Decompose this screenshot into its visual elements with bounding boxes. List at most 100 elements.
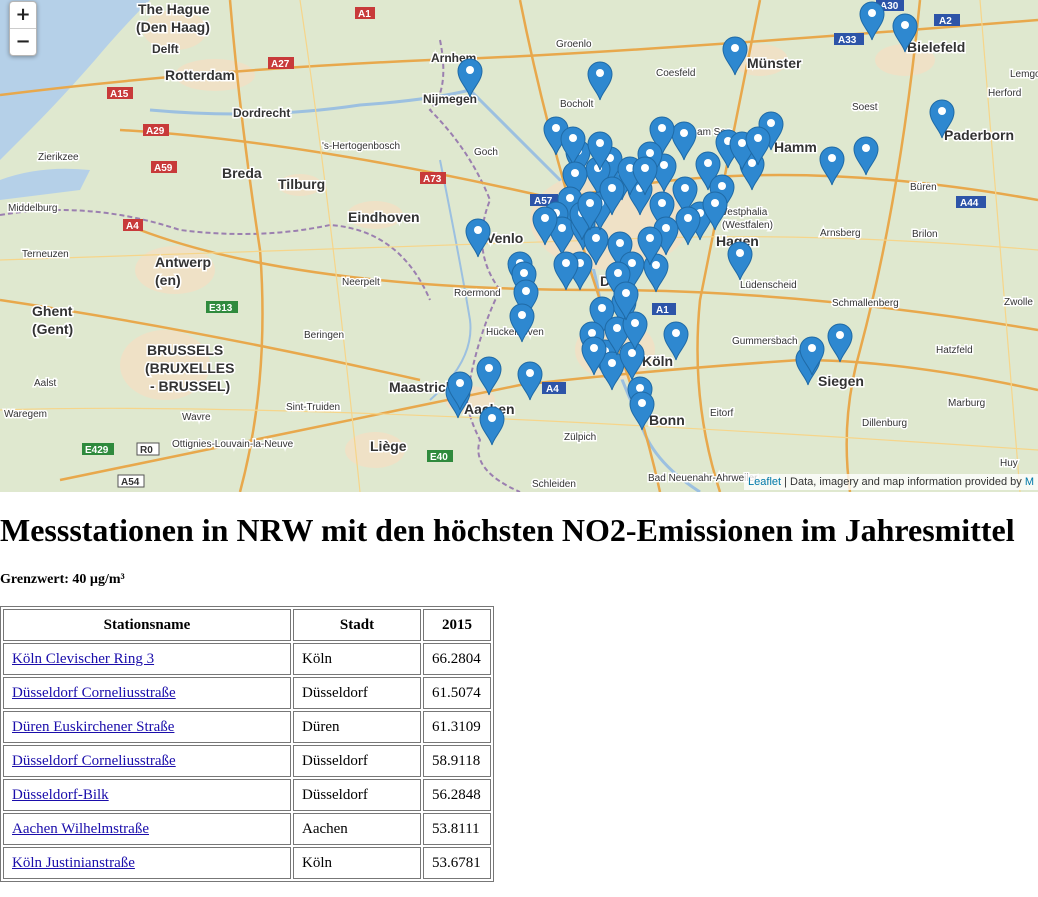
place-label: Venlo (486, 230, 523, 246)
place-label: Groenlo (556, 39, 592, 50)
map-tiles[interactable]: A1 A27 A15 A29 A59 A4 A73 A57 A1 A4 A44 … (0, 0, 1038, 492)
city-cell: Düsseldorf (293, 779, 421, 811)
attribution-text: | Data, imagery and map information prov… (781, 476, 1025, 488)
place-label: BRUSSELS (147, 342, 223, 358)
zoom-control: + − (9, 1, 37, 56)
station-cell: Aachen Wilhelmstraße (3, 813, 291, 845)
place-label: Zülpich (564, 432, 596, 443)
place-label: Beringen (304, 330, 344, 341)
column-header-city: Stadt (293, 609, 421, 641)
place-label: Arnsberg (820, 228, 861, 239)
table-row: Düsseldorf-Bilk Düsseldorf 56.2848 (3, 779, 491, 811)
station-cell: Düren Euskirchener Straße (3, 711, 291, 743)
leaflet-link[interactable]: Leaflet (748, 476, 781, 488)
station-cell: Düsseldorf Corneliusstraße (3, 677, 291, 709)
place-label: Brilon (912, 229, 938, 240)
road-label: A4 (126, 221, 139, 232)
place-label: Bocholt (560, 99, 594, 110)
road-label: A15 (110, 89, 129, 100)
station-link[interactable]: Aachen Wilhelmstraße (12, 821, 149, 837)
place-label: Goch (474, 147, 498, 158)
station-link[interactable]: Köln Clevischer Ring 3 (12, 651, 154, 667)
limit-value: Grenzwert: 40 µg/m³ (0, 572, 125, 587)
road-label: E40 (430, 452, 448, 463)
place-label: Eitorf (710, 408, 734, 419)
place-label: Soest (852, 102, 878, 113)
place-label: Schleiden (532, 479, 576, 490)
station-cell: Köln Clevischer Ring 3 (3, 643, 291, 675)
column-header-year: 2015 (423, 609, 491, 641)
station-link[interactable]: Düsseldorf Corneliusstraße (12, 753, 176, 769)
road-label: A44 (960, 198, 979, 209)
place-label: Siegen (818, 373, 864, 389)
road-label: E313 (209, 303, 233, 314)
place-label: Büren (910, 182, 937, 193)
place-label: Middelburg (8, 203, 57, 214)
place-label: Neerpelt (342, 277, 380, 288)
column-header-station: Stationsname (3, 609, 291, 641)
road-label: A59 (154, 163, 173, 174)
place-label: (BRUXELLES (145, 360, 234, 376)
station-link[interactable]: Düren Euskirchener Straße (12, 719, 174, 735)
place-label: Paderborn (944, 127, 1014, 143)
place-label: Dordrecht (233, 106, 290, 120)
place-label: (Westfalen) (722, 220, 773, 231)
station-link[interactable]: Düsseldorf-Bilk (12, 787, 109, 803)
road-label: A1 (656, 305, 669, 316)
station-link[interactable]: Düsseldorf Corneliusstraße (12, 685, 176, 701)
road-label: A27 (271, 59, 290, 70)
map[interactable]: A1 A27 A15 A29 A59 A4 A73 A57 A1 A4 A44 … (0, 0, 1038, 492)
place-label: Zierikzee (38, 152, 79, 163)
place-label: The Hague (138, 1, 210, 17)
table-row: Köln Justinianstraße Köln 53.6781 (3, 847, 491, 879)
stations-table: Stationsname Stadt 2015 Köln Clevischer … (0, 606, 494, 882)
table-row: Aachen Wilhelmstraße Aachen 53.8111 (3, 813, 491, 845)
place-label: Marburg (948, 398, 985, 409)
place-label: Gummersbach (732, 336, 798, 347)
place-label: Eindhoven (348, 209, 420, 225)
station-link[interactable]: Köln Justinianstraße (12, 855, 135, 871)
place-label: Roermond (454, 288, 501, 299)
place-label: Bielefeld (907, 39, 965, 55)
place-label: Schmallenberg (832, 298, 899, 309)
place-label: Terneuzen (22, 249, 69, 260)
road-label: A33 (838, 35, 857, 46)
road-label: A4 (546, 384, 559, 395)
road-label: A29 (146, 126, 165, 137)
place-label: Bonn (649, 412, 685, 428)
station-cell: Düsseldorf Corneliusstraße (3, 745, 291, 777)
map-attribution: Leaflet | Data, imagery and map informat… (744, 474, 1038, 490)
table-row: Köln Clevischer Ring 3 Köln 66.2804 (3, 643, 491, 675)
road-label: E429 (85, 445, 109, 456)
place-label: Dillenburg (862, 418, 907, 429)
zoom-out-button[interactable]: − (10, 28, 36, 55)
place-label: Ghent (32, 303, 73, 319)
place-label: Breda (222, 165, 262, 181)
place-label: Lüdenscheid (740, 280, 797, 291)
place-label: Lemgo (1010, 69, 1038, 80)
place-label: Liège (370, 438, 407, 454)
place-label: Waregem (4, 409, 47, 420)
place-label: (en) (155, 272, 181, 288)
place-label: Herford (988, 88, 1021, 99)
city-cell: Düsseldorf (293, 745, 421, 777)
place-label: 's-Hertogenbosch (322, 141, 400, 152)
value-cell: 56.2848 (423, 779, 491, 811)
page-title: Messstationen in NRW mit den höchsten NO… (0, 512, 1015, 548)
road-label: A73 (423, 174, 442, 185)
place-label: Münster (747, 55, 802, 71)
place-label: Köln (642, 353, 673, 369)
city-cell: Düren (293, 711, 421, 743)
place-label: Coesfeld (656, 68, 695, 79)
place-label: Ottignies-Louvain-la-Neuve (172, 439, 294, 450)
place-label: Aalst (34, 378, 56, 389)
zoom-in-button[interactable]: + (10, 2, 36, 28)
road-label: R0 (140, 445, 153, 456)
city-cell: Aachen (293, 813, 421, 845)
place-label: Hatzfeld (936, 345, 973, 356)
value-cell: 58.9118 (423, 745, 491, 777)
attribution-provider-link[interactable]: M (1025, 476, 1034, 488)
place-label: Hamm (774, 139, 817, 155)
station-cell: Düsseldorf-Bilk (3, 779, 291, 811)
value-cell: 61.5074 (423, 677, 491, 709)
